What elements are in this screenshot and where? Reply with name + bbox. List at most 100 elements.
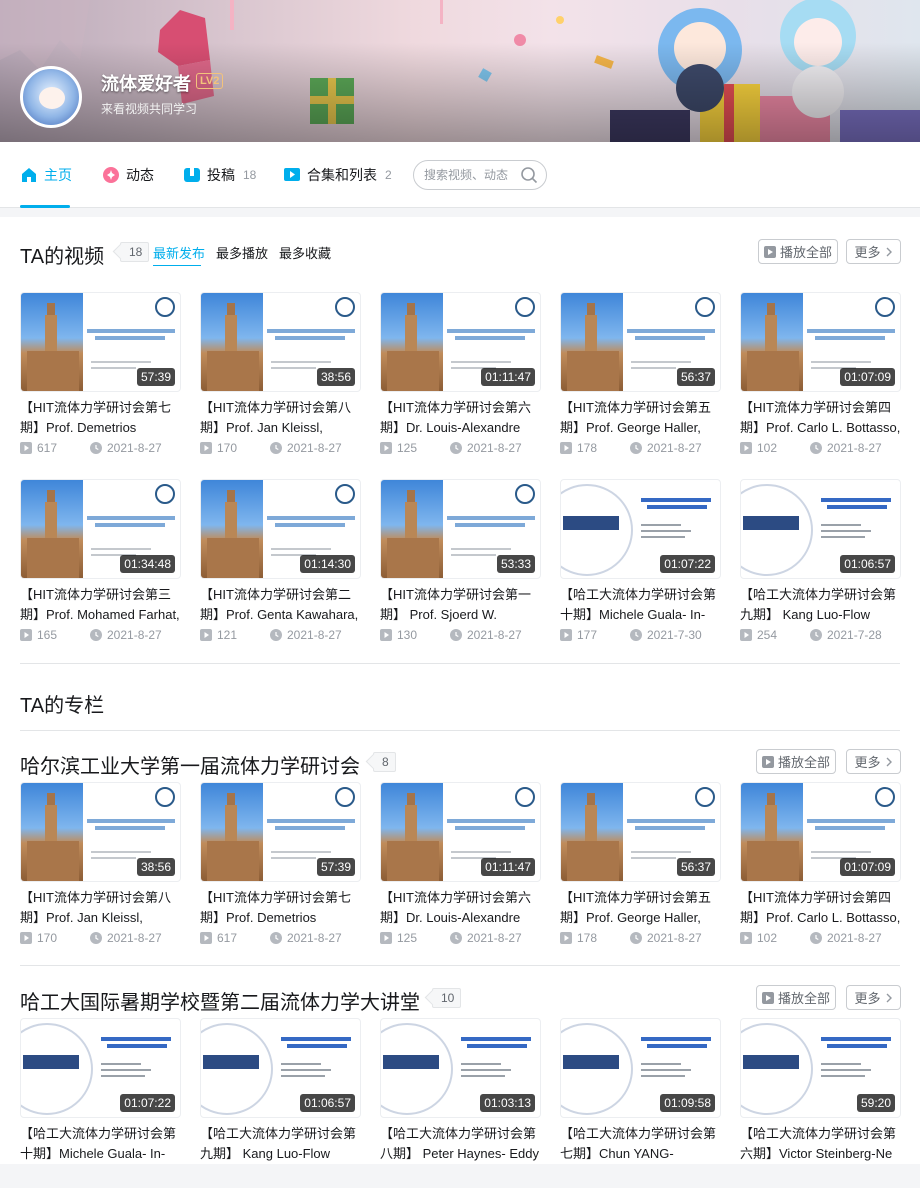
more-button[interactable]: 更多: [846, 239, 901, 264]
column-section-title: TA的专栏: [20, 695, 105, 717]
video-card[interactable]: 38:56 【HIT流体力学研讨会第八期】Prof. Jan Kleissl, 17…: [200, 292, 361, 462]
video-thumbnail[interactable]: 01:11:47: [380, 782, 541, 882]
video-duration: 01:34:48: [120, 555, 175, 573]
video-card[interactable]: 01:03:13 【哈工大流体力学研讨会第八期】 Peter Haynes- Ed…: [380, 1018, 541, 1188]
video-card[interactable]: 56:37 【HIT流体力学研讨会第五期】Prof. George Haller,…: [560, 292, 721, 462]
video-card[interactable]: 01:07:09 【HIT流体力学研讨会第四期】Prof. Carlo L. Bo…: [740, 782, 901, 952]
upload-date-value: 2021-8-27: [287, 441, 342, 455]
video-title[interactable]: 【HIT流体力学研讨会第八期】Prof. Jan Kleissl,: [20, 888, 181, 928]
video-thumbnail[interactable]: 56:37: [560, 292, 721, 392]
video-title[interactable]: 【HIT流体力学研讨会第五期】Prof. George Haller,: [560, 398, 721, 438]
tab-home[interactable]: 主页: [20, 164, 72, 186]
collection2-count-badge: 10: [432, 988, 462, 1008]
play-count-icon: [740, 442, 752, 454]
video-card[interactable]: 01:09:58 【哈工大流体力学研讨会第七期】Chun YANG-: [560, 1018, 721, 1188]
clock-icon: [90, 932, 102, 944]
tab-dynamic[interactable]: 动态: [102, 164, 154, 186]
video-thumbnail[interactable]: 01:07:22: [20, 1018, 181, 1118]
upload-date-value: 2021-8-27: [647, 441, 702, 455]
video-card[interactable]: 59:20 【哈工大流体力学研讨会第六期】Victor Steinberg-New: [740, 1018, 901, 1188]
collection2-play-all-button[interactable]: 播放全部: [756, 985, 836, 1010]
collection2-more-button[interactable]: 更多: [846, 985, 901, 1010]
chevron-right-icon: [886, 247, 892, 256]
video-card[interactable]: 01:34:48 【HIT流体力学研讨会第三期】Prof. Mohamed Far…: [20, 479, 181, 649]
video-card[interactable]: 38:56 【HIT流体力学研讨会第八期】Prof. Jan Kleissl, 17…: [20, 782, 181, 952]
play-all-button[interactable]: 播放全部: [758, 239, 838, 264]
posts-icon: [183, 166, 201, 184]
video-card[interactable]: 53:33 【HIT流体力学研讨会第一期】 Prof. Sjoerd W. 130 2…: [380, 479, 541, 649]
video-thumbnail[interactable]: 01:07:09: [740, 782, 901, 882]
video-thumbnail[interactable]: 53:33: [380, 479, 541, 579]
video-thumbnail[interactable]: 38:56: [20, 782, 181, 882]
video-card[interactable]: 57:39 【HIT流体力学研讨会第七期】Prof. Demetrios 617 20…: [20, 292, 181, 462]
video-title[interactable]: 【哈工大流体力学研讨会第八期】 Peter Haynes- Eddy-: [380, 1124, 541, 1164]
video-thumbnail[interactable]: 01:06:57: [740, 479, 901, 579]
video-card[interactable]: 01:11:47 【HIT流体力学研讨会第六期】Dr. Louis-Alexand…: [380, 292, 541, 462]
video-title[interactable]: 【哈工大流体力学研讨会第六期】Victor Steinberg-New: [740, 1124, 901, 1164]
chevron-right-icon: [886, 757, 892, 766]
tab-posts[interactable]: 投稿 18: [183, 164, 256, 186]
video-title[interactable]: 【HIT流体力学研讨会第四期】Prof. Carlo L. Bottasso,: [740, 888, 901, 928]
video-thumbnail[interactable]: 56:37: [560, 782, 721, 882]
video-title[interactable]: 【哈工大流体力学研讨会第十期】Michele Guala- In-: [560, 585, 721, 625]
video-card[interactable]: 01:14:30 【HIT流体力学研讨会第二期】Prof. Genta Kawah…: [200, 479, 361, 649]
collection1-more-button[interactable]: 更多: [846, 749, 901, 774]
video-thumbnail[interactable]: 01:34:48: [20, 479, 181, 579]
video-title[interactable]: 【HIT流体力学研讨会第五期】Prof. George Haller,: [560, 888, 721, 928]
video-card[interactable]: 01:07:09 【HIT流体力学研讨会第四期】Prof. Carlo L. Bo…: [740, 292, 901, 462]
video-title[interactable]: 【HIT流体力学研讨会第三期】Prof. Mohamed Farhat,: [20, 585, 181, 625]
video-title[interactable]: 【哈工大流体力学研讨会第十期】Michele Guala- In-: [20, 1124, 181, 1164]
video-meta: 254 2021-7-28: [740, 626, 901, 644]
active-tab-indicator: [20, 205, 70, 208]
video-thumbnail[interactable]: 01:07:09: [740, 292, 901, 392]
video-title[interactable]: 【HIT流体力学研讨会第四期】Prof. Carlo L. Bottasso,: [740, 398, 901, 438]
video-title[interactable]: 【哈工大流体力学研讨会第九期】 Kang Luo-Flow: [200, 1124, 361, 1164]
clock-icon: [810, 932, 822, 944]
video-card[interactable]: 01:07:22 【哈工大流体力学研讨会第十期】Michele Guala- In…: [20, 1018, 181, 1188]
video-thumbnail[interactable]: 38:56: [200, 292, 361, 392]
video-title[interactable]: 【哈工大流体力学研讨会第七期】Chun YANG-: [560, 1124, 721, 1164]
video-title[interactable]: 【HIT流体力学研讨会第七期】Prof. Demetrios: [200, 888, 361, 928]
play-count-value: 130: [397, 628, 418, 642]
video-thumbnail[interactable]: 01:06:57: [200, 1018, 361, 1118]
video-title[interactable]: 【HIT流体力学研讨会第六期】Dr. Louis-Alexandre: [380, 398, 541, 438]
video-thumbnail[interactable]: 01:07:22: [560, 479, 721, 579]
video-title[interactable]: 【哈工大流体力学研讨会第九期】 Kang Luo-Flow: [740, 585, 901, 625]
video-title[interactable]: 【HIT流体力学研讨会第二期】Prof. Genta Kawahara,: [200, 585, 361, 625]
play-icon: [761, 755, 774, 768]
collection1-play-all-button[interactable]: 播放全部: [756, 749, 836, 774]
video-card[interactable]: 57:39 【HIT流体力学研讨会第七期】Prof. Demetrios 617 20…: [200, 782, 361, 952]
video-thumbnail[interactable]: 57:39: [200, 782, 361, 882]
video-thumbnail[interactable]: 57:39: [20, 292, 181, 392]
video-thumbnail[interactable]: 01:14:30: [200, 479, 361, 579]
video-title[interactable]: 【HIT流体力学研讨会第六期】Dr. Louis-Alexandre: [380, 888, 541, 928]
video-card[interactable]: 01:06:57 【哈工大流体力学研讨会第九期】 Kang Luo-Flow: [200, 1018, 361, 1188]
collection1-title[interactable]: 哈尔滨工业大学第一届流体力学研讨会: [20, 750, 360, 779]
avatar[interactable]: [20, 66, 82, 128]
sort-tab-latest[interactable]: 最新发布: [153, 243, 205, 262]
video-card[interactable]: 56:37 【HIT流体力学研讨会第五期】Prof. George Haller,…: [560, 782, 721, 952]
video-meta: 177 2021-7-30: [560, 626, 721, 644]
video-card[interactable]: 01:06:57 【哈工大流体力学研讨会第九期】 Kang Luo-Flow 254…: [740, 479, 901, 649]
play-count-icon: [200, 932, 212, 944]
tab-collections-label: 合集和列表: [307, 167, 377, 183]
upload-date: 2021-8-27: [810, 441, 882, 455]
video-title[interactable]: 【HIT流体力学研讨会第八期】Prof. Jan Kleissl,: [200, 398, 361, 438]
video-title[interactable]: 【HIT流体力学研讨会第一期】 Prof. Sjoerd W.: [380, 585, 541, 625]
upload-date-value: 2021-8-27: [287, 628, 342, 642]
video-title[interactable]: 【HIT流体力学研讨会第七期】Prof. Demetrios: [20, 398, 181, 438]
search-icon[interactable]: [520, 166, 538, 189]
video-thumbnail[interactable]: 01:09:58: [560, 1018, 721, 1118]
clock-icon: [450, 629, 462, 641]
video-card[interactable]: 01:07:22 【哈工大流体力学研讨会第十期】Michele Guala- In…: [560, 479, 721, 649]
sort-active-underline: [153, 265, 201, 266]
clock-icon: [810, 442, 822, 454]
video-card[interactable]: 01:11:47 【HIT流体力学研讨会第六期】Dr. Louis-Alexand…: [380, 782, 541, 952]
video-thumbnail[interactable]: 01:11:47: [380, 292, 541, 392]
video-thumbnail[interactable]: 59:20: [740, 1018, 901, 1118]
video-thumbnail[interactable]: 01:03:13: [380, 1018, 541, 1118]
tab-collections[interactable]: 合集和列表 2: [283, 164, 392, 186]
sort-tab-most-played[interactable]: 最多播放: [216, 243, 268, 262]
collection2-title[interactable]: 哈工大国际暑期学校暨第二届流体力学大讲堂: [20, 986, 420, 1015]
sort-tab-most-favorited[interactable]: 最多收藏: [279, 243, 331, 262]
